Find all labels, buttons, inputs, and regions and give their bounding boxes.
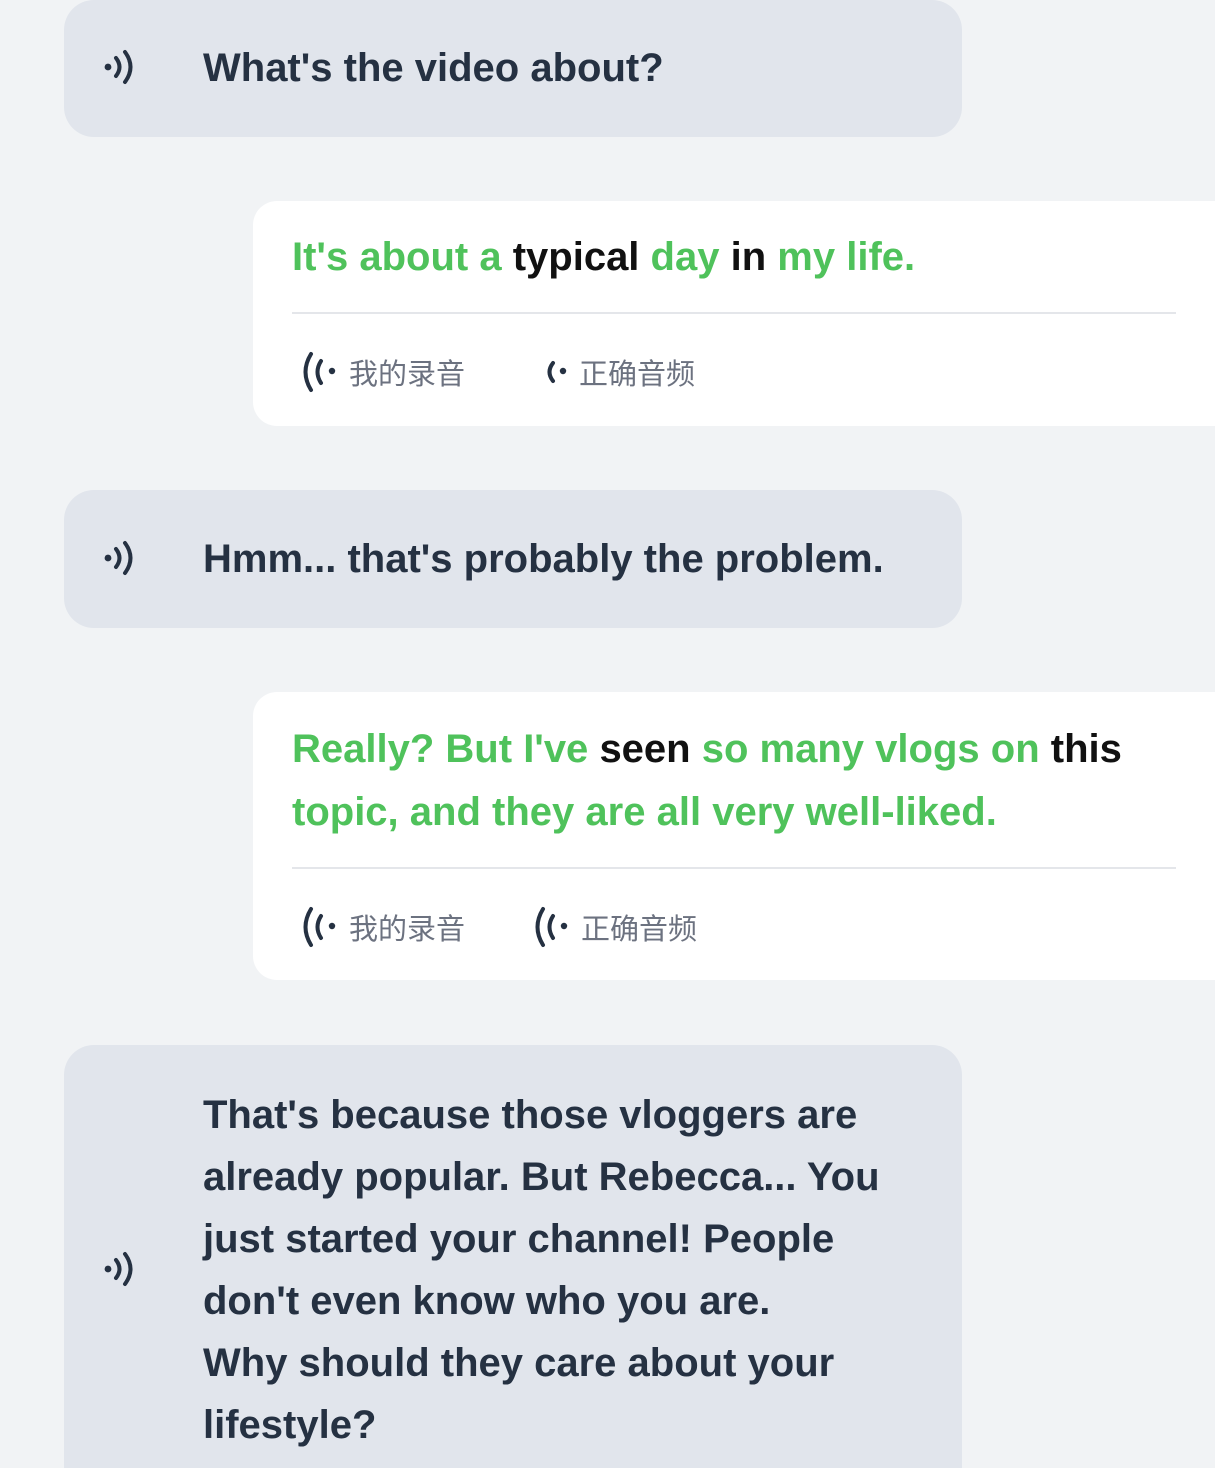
word[interactable]: very bbox=[712, 790, 794, 834]
my-recording-label: 我的录音 bbox=[349, 357, 466, 391]
user-message: It's about a typical day in my life. 我的录… bbox=[253, 201, 1215, 426]
broadcast-icon bbox=[301, 349, 341, 395]
partner-message: Hmm... that's probably the problem. bbox=[64, 490, 962, 628]
word[interactable]: and bbox=[410, 790, 481, 834]
word[interactable]: on bbox=[991, 727, 1040, 771]
conversation-view: What's the video about? It's about a typ… bbox=[0, 0, 1215, 1468]
message-line: lifestyle? bbox=[203, 1403, 377, 1447]
word[interactable]: typical bbox=[513, 235, 640, 279]
word[interactable]: It's bbox=[292, 235, 348, 279]
word[interactable]: well-liked. bbox=[806, 790, 997, 834]
correct-audio-label: 正确音频 bbox=[579, 357, 696, 391]
word[interactable]: so bbox=[702, 727, 749, 771]
partner-message: That's because those vloggers are alread… bbox=[64, 1045, 962, 1468]
word[interactable]: in bbox=[731, 235, 767, 279]
word[interactable]: day bbox=[651, 235, 720, 279]
word[interactable]: my bbox=[777, 235, 835, 279]
message-line: Why should they care about your bbox=[203, 1341, 835, 1385]
message-line: don't even know who you are. bbox=[203, 1279, 771, 1323]
divider bbox=[292, 867, 1176, 869]
user-message: Really? But I've seen so many vlogs on t… bbox=[253, 692, 1215, 980]
pronunciation-sentence: Really? But I've seen so many vlogs on t… bbox=[292, 718, 1192, 844]
divider bbox=[292, 312, 1176, 314]
message-line: already popular. But Rebecca... You bbox=[203, 1155, 880, 1199]
speaker-wave-icon[interactable] bbox=[102, 47, 142, 87]
word[interactable]: a bbox=[479, 235, 501, 279]
word[interactable]: Really? bbox=[292, 727, 434, 771]
word[interactable]: this bbox=[1051, 727, 1122, 771]
word[interactable]: vlogs bbox=[875, 727, 979, 771]
correct-audio-button[interactable]: 正确音频 bbox=[533, 902, 697, 952]
word[interactable]: But bbox=[445, 727, 512, 771]
partner-message-text: That's because those vloggers are alread… bbox=[203, 1084, 922, 1456]
word[interactable]: life. bbox=[846, 235, 915, 279]
correct-audio-label: 正确音频 bbox=[581, 912, 698, 946]
word[interactable]: are bbox=[585, 790, 645, 834]
broadcast-icon bbox=[541, 349, 571, 395]
message-line: just started your channel! People bbox=[203, 1217, 835, 1261]
partner-message-text: What's the video about? bbox=[203, 46, 664, 90]
partner-message-text: Hmm... that's probably the problem. bbox=[203, 537, 884, 581]
my-recording-button[interactable]: 我的录音 bbox=[301, 902, 465, 952]
broadcast-icon bbox=[533, 904, 573, 950]
pronunciation-sentence: It's about a typical day in my life. bbox=[292, 226, 1192, 289]
broadcast-icon bbox=[301, 904, 341, 950]
word[interactable]: many bbox=[760, 727, 865, 771]
partner-message: What's the video about? bbox=[64, 0, 962, 137]
word[interactable]: topic, bbox=[292, 790, 399, 834]
speaker-wave-icon[interactable] bbox=[102, 538, 142, 578]
word[interactable]: seen bbox=[599, 727, 690, 771]
my-recording-button[interactable]: 我的录音 bbox=[301, 347, 465, 397]
my-recording-label: 我的录音 bbox=[349, 912, 466, 946]
message-line: That's because those vloggers are bbox=[203, 1093, 858, 1137]
word[interactable]: they bbox=[492, 790, 574, 834]
speaker-wave-icon[interactable] bbox=[102, 1249, 142, 1289]
word[interactable]: all bbox=[657, 790, 701, 834]
word[interactable]: about bbox=[359, 235, 468, 279]
correct-audio-button[interactable]: 正确音频 bbox=[541, 347, 695, 397]
word[interactable]: I've bbox=[523, 727, 588, 771]
